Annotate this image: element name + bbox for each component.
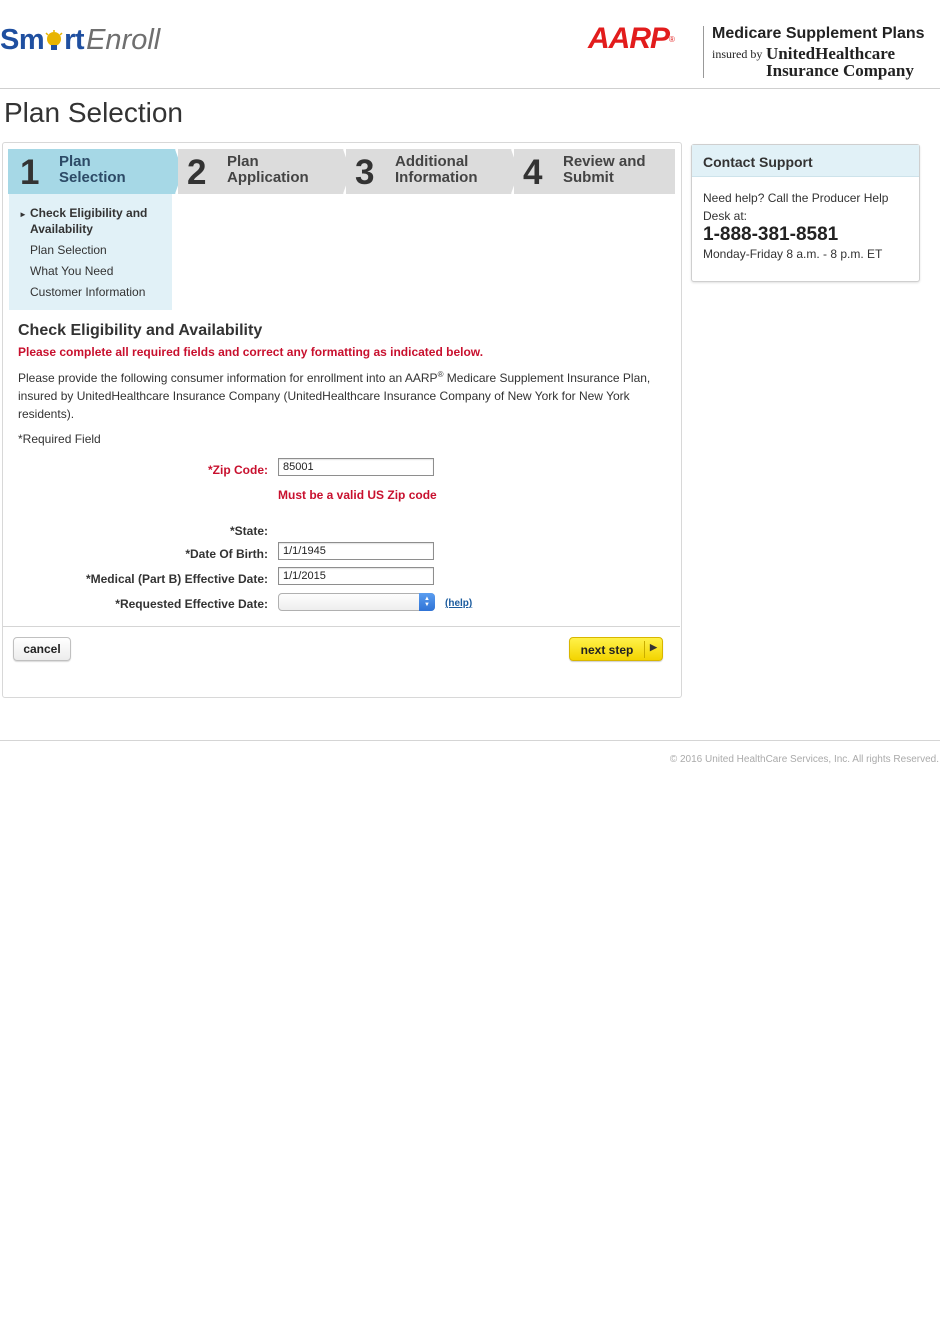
brand-insurance-company: Insurance Company bbox=[766, 61, 914, 80]
form-error-message: Please complete all required fields and … bbox=[18, 345, 484, 359]
next-step-button[interactable]: next step ▶ bbox=[569, 637, 663, 661]
step-number: 2 bbox=[187, 153, 207, 192]
substep-customer-information[interactable]: Customer Information bbox=[30, 284, 145, 300]
logo-enroll-text: Enroll bbox=[86, 23, 161, 56]
brand-divider bbox=[703, 26, 704, 78]
logo-rt-text: rt bbox=[64, 23, 85, 56]
brand-title: Medicare Supplement Plans bbox=[712, 25, 925, 42]
date-of-birth-input[interactable] bbox=[278, 542, 434, 560]
part-b-effective-date-input[interactable] bbox=[278, 567, 434, 585]
requested-effective-date-label: *Requested Effective Date: bbox=[115, 597, 268, 611]
step-label: Plan Application bbox=[227, 153, 309, 186]
part-b-effective-date-label: *Medical (Part B) Effective Date: bbox=[85, 572, 268, 586]
substep-list: ► Check Eligibility and Availability Plan… bbox=[9, 194, 172, 310]
lightbulb-icon bbox=[45, 30, 63, 52]
next-step-label: next step bbox=[580, 643, 634, 657]
zip-code-input[interactable] bbox=[278, 458, 434, 476]
support-hours: Monday-Friday 8 a.m. - 8 p.m. ET bbox=[703, 247, 883, 261]
button-separator bbox=[644, 641, 645, 658]
step-3[interactable]: 3 Additional Information bbox=[346, 149, 508, 194]
step-number: 3 bbox=[355, 153, 375, 192]
logo-smart-text: Sm bbox=[0, 23, 45, 56]
select-arrows-icon[interactable]: ▲ ▼ bbox=[419, 593, 435, 611]
aarp-text: AARP bbox=[588, 22, 670, 55]
step-label: Review and Submit bbox=[563, 153, 646, 186]
section-title: Check Eligibility and Availability bbox=[18, 322, 263, 339]
step-label: Additional Information bbox=[395, 153, 478, 186]
contact-support-panel: Contact Support Need help? Call the Prod… bbox=[691, 144, 920, 282]
step-1[interactable]: 1 Plan Selection bbox=[8, 149, 172, 194]
requested-effective-date-select[interactable]: ▲ ▼ bbox=[278, 593, 435, 611]
substep-check-eligibility[interactable]: Check Eligibility and Availability bbox=[30, 205, 147, 237]
date-of-birth-label: *Date Of Birth: bbox=[185, 547, 268, 561]
support-phone-number: 1-888-381-8581 bbox=[703, 224, 839, 245]
cancel-button[interactable]: cancel bbox=[13, 637, 71, 661]
step-wizard: 1 Plan Selection 2 Plan Application 3 Addi… bbox=[8, 149, 675, 194]
help-link[interactable]: (help) bbox=[445, 598, 472, 609]
contact-support-title: Contact Support bbox=[703, 154, 813, 170]
substep-plan-selection[interactable]: Plan Selection bbox=[30, 242, 107, 258]
brand-insured-by: insured by bbox=[712, 47, 763, 61]
substep-what-you-need[interactable]: What You Need bbox=[30, 263, 113, 279]
zip-code-error: Must be a valid US Zip code bbox=[278, 488, 437, 502]
step-number: 1 bbox=[20, 153, 40, 192]
zip-code-label: *Zip Code: bbox=[208, 463, 268, 477]
step-label: Plan Selection bbox=[59, 153, 126, 186]
aarp-logo: AARP ® bbox=[588, 22, 675, 55]
support-help-text: Need help? Call the Producer Help Desk a… bbox=[703, 191, 889, 223]
play-arrow-icon: ▶ bbox=[650, 642, 657, 652]
smartenroll-logo[interactable]: Sm rt Enroll bbox=[0, 22, 160, 58]
contact-support-header: Contact Support bbox=[692, 145, 919, 177]
copyright-text: © 2016 United HealthCare Services, Inc. … bbox=[669, 754, 939, 765]
current-substep-marker-icon: ► bbox=[19, 210, 27, 219]
footer-divider bbox=[0, 740, 940, 741]
page-title: Plan Selection bbox=[4, 97, 184, 128]
intro-text: Please provide the following consumer in… bbox=[18, 370, 651, 421]
registered-mark: ® bbox=[669, 34, 675, 44]
form-divider bbox=[3, 626, 680, 627]
required-field-note: *Required Field bbox=[18, 432, 101, 446]
step-2[interactable]: 2 Plan Application bbox=[178, 149, 340, 194]
site-header: Sm rt Enroll AARP ® Medicare Supplement P… bbox=[0, 0, 940, 89]
step-4[interactable]: 4 Review and Submit bbox=[514, 149, 675, 194]
step-number: 4 bbox=[523, 153, 543, 192]
state-label: *State: bbox=[229, 524, 268, 538]
